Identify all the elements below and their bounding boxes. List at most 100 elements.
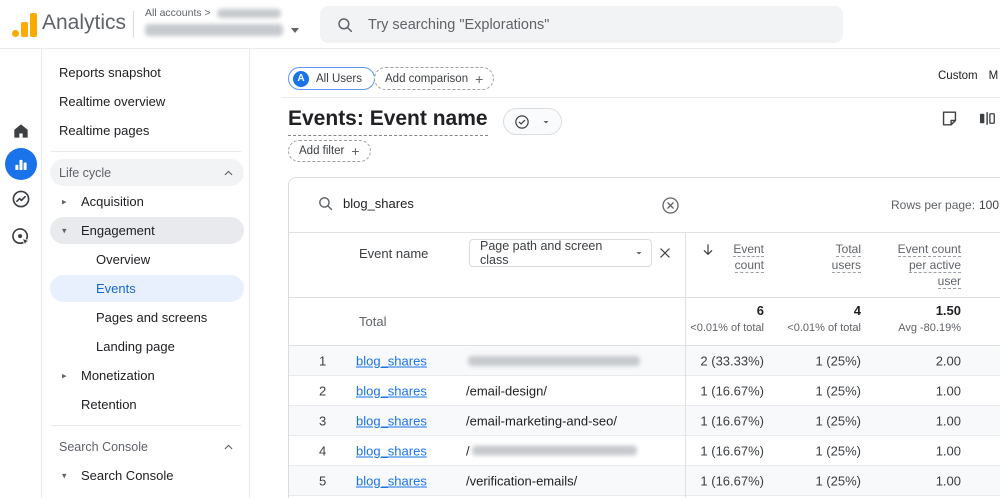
- count-per-user-cell: 1.00: [936, 443, 961, 458]
- sidebar-item-landing-page[interactable]: Landing page: [43, 332, 249, 361]
- total-users-cell: 1 (25%): [815, 353, 861, 368]
- search-placeholder: Try searching "Explorations": [368, 17, 549, 33]
- event-name-link[interactable]: blog_shares: [356, 413, 427, 428]
- redacted-property-name: [145, 24, 283, 36]
- event-count-cell: 1 (16.67%): [700, 413, 764, 428]
- comparison-bars-icon: [978, 109, 997, 128]
- redacted-account-name: [217, 9, 281, 18]
- event-count-column-header[interactable]: Event count: [733, 241, 764, 273]
- rows-per-page-select[interactable]: 100: [979, 198, 999, 212]
- event-name-link[interactable]: blog_shares: [356, 353, 427, 368]
- total-count-per-user: 1.50 Avg -80.19%: [898, 303, 961, 334]
- total-users-column-header[interactable]: Total users: [832, 241, 861, 273]
- account-switcher[interactable]: All accounts >: [145, 7, 299, 36]
- global-search-input[interactable]: Try searching "Explorations": [320, 6, 843, 43]
- sidebar-item-search-console[interactable]: ▾Search Console: [43, 461, 249, 490]
- top-bar: Analytics All accounts > Try searching "…: [0, 0, 1000, 49]
- rows-per-page-label: Rows per page:: [891, 198, 975, 212]
- table-row: 4 blog_shares / 1 (16.67%) 1 (25%) 1.00: [289, 436, 1000, 466]
- sidebar-item-reports-snapshot[interactable]: Reports snapshot: [43, 58, 249, 87]
- header-divider: [281, 97, 1000, 98]
- triangle-right-icon: ▸: [62, 196, 67, 207]
- page-path-cell: /email-design/: [466, 383, 547, 398]
- sidebar-item-engagement[interactable]: ▾ Engagement: [43, 216, 249, 245]
- caret-down-icon: [540, 116, 552, 128]
- total-label: Total: [359, 314, 386, 329]
- advertising-icon: [10, 226, 32, 248]
- advertising-nav-button[interactable]: [0, 226, 42, 248]
- event-count-cell: 1 (16.67%): [700, 383, 764, 398]
- total-users-cell: 1 (25%): [815, 383, 861, 398]
- count-per-user-cell: 1.00: [936, 413, 961, 428]
- secondary-dimension-select[interactable]: Page path and screen class: [469, 239, 652, 267]
- sidebar-item-realtime-pages[interactable]: Realtime pages: [43, 116, 249, 145]
- all-users-chip[interactable]: A All Users: [288, 67, 375, 90]
- count-per-user-cell: 1.00: [936, 473, 961, 488]
- redacted-page-path: [468, 356, 640, 366]
- date-range-label: Custom: [938, 70, 978, 82]
- event-count-cell: 1 (16.67%): [700, 473, 764, 488]
- caret-down-icon: [633, 247, 645, 259]
- comparison-panel-button[interactable]: [978, 109, 997, 128]
- date-range-value-truncated: M: [989, 70, 999, 82]
- sidebar-item-queries[interactable]: Queries: [43, 490, 249, 498]
- add-filter-button[interactable]: Add filter +: [288, 140, 371, 162]
- sidebar-item-realtime-overview[interactable]: Realtime overview: [43, 87, 249, 116]
- row-index: 5: [319, 473, 326, 488]
- brand-title: Analytics: [42, 11, 126, 35]
- event-name-link[interactable]: blog_shares: [356, 443, 427, 458]
- page-path-cell: /: [466, 443, 637, 458]
- page-path-cell: [466, 356, 640, 366]
- home-nav-button[interactable]: [0, 121, 42, 141]
- reports-nav-button[interactable]: [0, 148, 42, 180]
- check-circle-icon: [513, 113, 531, 131]
- sidebar-item-overview[interactable]: Overview: [43, 245, 249, 274]
- chevron-down-icon: [291, 28, 299, 33]
- note-icon: [940, 109, 959, 128]
- table-row: 3 blog_shares /email-marketing-and-seo/ …: [289, 406, 1000, 436]
- chevron-up-icon: [222, 440, 235, 453]
- redacted-page-path: [472, 446, 637, 456]
- clear-search-button[interactable]: [660, 195, 681, 216]
- sidebar-item-acquisition[interactable]: ▸Acquisition: [43, 187, 249, 216]
- events-table-card: blog_shares Rows per page: 100 Event nam…: [288, 177, 1000, 498]
- sidebar-item-events-selected[interactable]: Events: [43, 274, 249, 303]
- event-name-link[interactable]: blog_shares: [356, 383, 427, 398]
- table-total-row: Total 6 <0.01% of total 4 <0.01% of tota…: [289, 298, 1000, 346]
- sidebar-section-life-cycle[interactable]: Life cycle: [43, 158, 249, 187]
- report-status-menu[interactable]: [503, 108, 562, 135]
- count-per-user-cell: 1.00: [936, 383, 961, 398]
- add-note-button[interactable]: [940, 109, 959, 128]
- date-range-selector[interactable]: Custom M: [938, 70, 998, 82]
- reports-icon: [5, 148, 37, 180]
- topbar-divider: [133, 11, 134, 38]
- table-row: 2 blog_shares /email-design/ 1 (16.67%) …: [289, 376, 1000, 406]
- sidebar: Reports snapshot Realtime overview Realt…: [43, 49, 250, 498]
- sort-descending-icon[interactable]: [700, 242, 716, 258]
- row-index: 1: [319, 353, 326, 368]
- table-column-divider: [685, 233, 686, 498]
- add-comparison-button[interactable]: Add comparison +: [374, 67, 494, 90]
- audience-badge: A: [293, 71, 309, 87]
- triangle-right-icon: ▸: [62, 370, 67, 381]
- event-name-column-header[interactable]: Event name: [359, 246, 428, 261]
- triangle-down-icon: ▾: [62, 470, 67, 481]
- remove-secondary-dimension-button[interactable]: [658, 246, 672, 260]
- explore-nav-button[interactable]: [0, 188, 42, 210]
- explore-icon: [10, 188, 32, 210]
- home-icon: [11, 121, 31, 141]
- sidebar-item-retention[interactable]: Retention: [43, 390, 249, 419]
- sidebar-section-search-console[interactable]: Search Console: [43, 432, 249, 461]
- sidebar-item-pages-and-screens[interactable]: Pages and screens: [43, 303, 249, 332]
- event-count-per-active-user-column-header[interactable]: Event count per active user: [898, 241, 961, 289]
- event-name-link[interactable]: blog_shares: [356, 473, 427, 488]
- analytics-logo-icon[interactable]: [12, 13, 37, 37]
- total-event-count: 6 <0.01% of total: [690, 303, 764, 334]
- page-title[interactable]: Events: Event name: [288, 107, 488, 136]
- table-row: 1 blog_shares 2 (33.33%) 1 (25%) 2.00: [289, 346, 1000, 376]
- total-users-cell: 1 (25%): [815, 473, 861, 488]
- sidebar-item-monetization[interactable]: ▸Monetization: [43, 361, 249, 390]
- table-search-input[interactable]: blog_shares: [317, 195, 414, 212]
- breadcrumb: All accounts >: [145, 7, 211, 19]
- search-icon: [336, 16, 354, 34]
